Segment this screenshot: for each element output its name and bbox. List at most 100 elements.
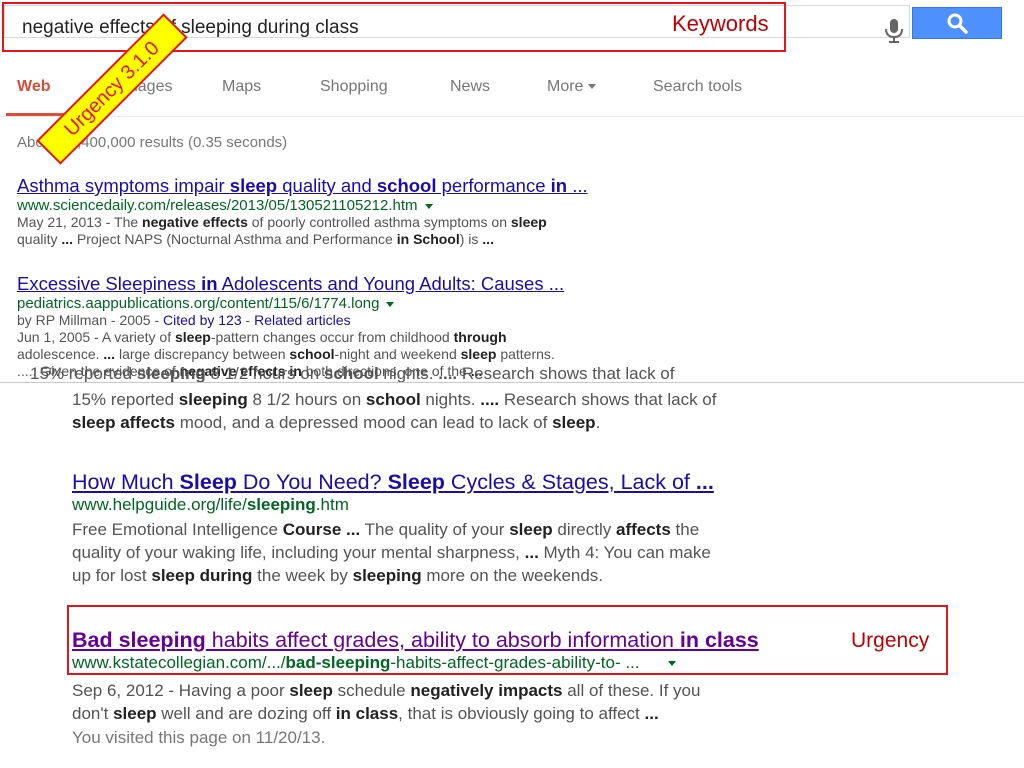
microphone-icon[interactable] [883, 18, 905, 44]
result-url-text: www.sciencedaily.com/releases/2013/05/13… [17, 197, 418, 214]
highlighted-term: ... [482, 231, 494, 247]
clipped-text-fragment: 15% reported sleeping 8 1/2 hours on sch… [0, 367, 1024, 382]
highlighted-term: in School [396, 231, 460, 247]
meta-separator: - [241, 312, 255, 328]
highlighted-term: Sleep [179, 470, 237, 494]
snippet-line: Sep 6, 2012 - Having a poor sleep schedu… [72, 679, 832, 702]
snippet-line: 15% reported sleeping 8 1/2 hours on sch… [72, 388, 832, 411]
result-url-text: pediatrics.aappublications.org/content/1… [17, 295, 380, 312]
tab-search-tools[interactable]: Search tools [653, 78, 742, 96]
highlighted-term: sleeping [136, 367, 206, 382]
text-segment: . [595, 413, 601, 432]
snippet-line: quality ... Project NAPS (Nocturnal Asth… [17, 231, 827, 248]
text-segment: Cycles & Stages, Lack of [444, 470, 696, 494]
text-segment: well and are dozing off [156, 704, 336, 723]
text-segment: quality and [277, 175, 377, 196]
highlighted-term: sleep [113, 704, 157, 723]
chevron-down-icon [588, 84, 597, 90]
cited-by-link[interactable]: Cited by 123 [163, 312, 242, 328]
result-snippet: 15% reported sleeping 8 1/2 hours on sch… [72, 388, 832, 434]
result-snippet: May 21, 2013 - The negative effects of p… [17, 214, 827, 248]
snippet-line: up for lost sleep during the week by sle… [72, 564, 832, 587]
highlighted-term: school [323, 367, 379, 382]
magnifier-icon [947, 13, 968, 34]
text-segment: nights. [378, 367, 439, 382]
keywords-highlight-box [2, 2, 786, 52]
text-segment: 15% reported [72, 390, 179, 409]
result-snippet: Free Emotional Intelligence Course ... T… [72, 518, 832, 587]
highlighted-term: sleep [175, 329, 211, 345]
text-segment: Sep 6, 2012 - Having a poor [72, 681, 290, 700]
tab-shopping[interactable]: Shopping [320, 78, 388, 96]
tab-more[interactable]: More [547, 78, 597, 96]
text-segment: Jun 1, 2005 - A variety of [17, 329, 175, 345]
text-segment: directly [552, 520, 616, 539]
snippet-line: adolescence. ... large discrepancy betwe… [17, 346, 827, 363]
highlighted-term: sleeping [178, 390, 248, 409]
text-segment: all of these. If you [562, 681, 701, 700]
text-segment: Research shows that lack of [499, 390, 717, 409]
text-segment: up for lost [72, 566, 152, 585]
result-title-link[interactable]: Asthma symptoms impair sleep quality and… [17, 175, 827, 197]
meta-author: by RP Millman - 2005 - [17, 312, 164, 328]
urgency-highlight-box [67, 605, 948, 675]
url-dropdown-icon[interactable] [386, 301, 395, 307]
text-segment: adolescence. [17, 346, 104, 362]
text-segment: .htm [315, 495, 349, 514]
search-result: Asthma symptoms impair sleep quality and… [17, 175, 827, 248]
keywords-label: Keywords [672, 11, 769, 36]
text-segment: schedule [332, 681, 411, 700]
text-segment: Asthma symptoms impair [17, 175, 230, 196]
text-segment: more on the weekends. [421, 566, 604, 585]
snippet-line: Free Emotional Intelligence Course ... T… [72, 518, 832, 541]
result-url: www.helpguide.org/life/sleeping.htm [72, 495, 832, 515]
highlighted-term: sleep during [151, 566, 253, 585]
highlighted-term: sleeping [246, 495, 316, 514]
search-button[interactable] [912, 7, 1002, 39]
highlighted-term: ... [524, 543, 539, 562]
text-segment: Project NAPS (Nocturnal Asthma and Perfo… [73, 231, 397, 247]
highlighted-term: sleep [510, 214, 547, 230]
clipped-snippet-line: 15% reported sleeping 8 1/2 hours on sch… [30, 367, 674, 382]
highlighted-term: .... [438, 367, 458, 382]
text-segment: How Much [72, 470, 180, 494]
text-segment: www.helpguide.org/life/ [72, 495, 247, 514]
highlighted-term: in [201, 273, 218, 294]
highlighted-term: in class [335, 704, 399, 723]
text-segment: Research shows that lack of [457, 367, 675, 382]
tabs-divider [0, 116, 1024, 117]
text-segment: quality [17, 231, 62, 247]
text-segment: 8 1/2 hours on [247, 390, 366, 409]
text-segment: large discrepancy between [115, 346, 290, 362]
tab-maps[interactable]: Maps [222, 78, 261, 96]
visited-note: You visited this page on 11/20/13. [72, 728, 326, 747]
highlighted-term: sleep [229, 175, 278, 196]
tab-news[interactable]: News [450, 78, 490, 96]
highlighted-term: .... [480, 390, 500, 409]
result-title-link[interactable]: Excessive Sleepiness in Adolescents and … [17, 273, 827, 295]
snippet-line: 15% reported sleeping 8 1/2 hours on sch… [30, 367, 674, 382]
text-segment: , that is obviously going to affect [398, 704, 645, 723]
text-segment: May 21, 2013 - The [17, 214, 143, 230]
result-meta: by RP Millman - 2005 - Cited by 123 - Re… [17, 312, 827, 329]
highlighted-term: negatively impacts [410, 681, 563, 700]
text-segment: Excessive Sleepiness [17, 273, 202, 294]
text-segment: the week by [252, 566, 353, 585]
text-segment: ... [567, 175, 588, 196]
highlighted-term: Sleep [387, 470, 445, 494]
highlighted-term: sleep [460, 346, 497, 362]
text-segment: The quality of your [360, 520, 510, 539]
highlighted-term: negative effects [142, 214, 248, 230]
highlighted-term: ... [61, 231, 74, 247]
snippet-line: May 21, 2013 - The negative effects of p… [17, 214, 827, 231]
result-url: www.sciencedaily.com/releases/2013/05/13… [17, 197, 827, 214]
result-title-link[interactable]: How Much Sleep Do You Need? Sleep Cycles… [72, 470, 832, 495]
text-segment: Free Emotional Intelligence [72, 520, 283, 539]
related-articles-link[interactable]: Related articles [254, 312, 351, 328]
highlighted-term: sleep [552, 413, 596, 432]
text-segment: the [670, 520, 700, 539]
url-dropdown-icon[interactable] [424, 203, 433, 209]
highlighted-term: affects [615, 520, 671, 539]
tab-web[interactable]: Web [17, 78, 50, 96]
text-segment: mood, and a depressed mood can lead to l… [175, 413, 553, 432]
